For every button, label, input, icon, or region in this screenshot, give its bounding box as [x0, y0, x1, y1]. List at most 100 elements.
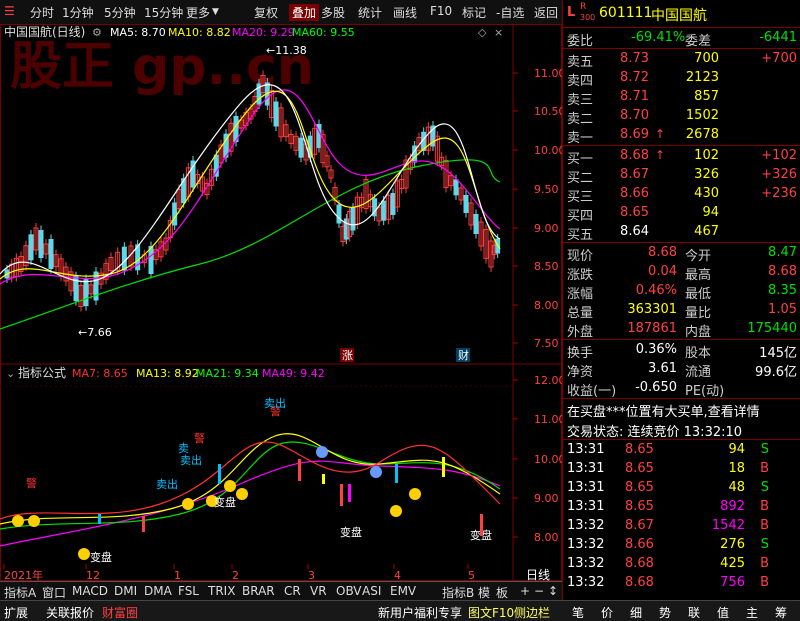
- btn-tongji[interactable]: 统计: [358, 4, 382, 21]
- stock-name[interactable]: 中国国航: [651, 5, 707, 25]
- trade-status-row: 交易状态: 连续竞价 13:32:10: [563, 420, 800, 440]
- tab-brar[interactable]: BRAR: [242, 584, 275, 598]
- tab-窗口[interactable]: 窗口: [42, 584, 66, 601]
- trade-volume: 94: [728, 442, 745, 457]
- trade-volume: 1542: [711, 518, 745, 533]
- bid-volume: 467: [694, 224, 719, 239]
- bid-change: +326: [761, 167, 797, 182]
- side-tool-4[interactable]: 联: [688, 604, 700, 621]
- signal-annotation: 卖: [178, 442, 189, 455]
- side-tool-1[interactable]: 价: [601, 604, 613, 621]
- big-order-notice[interactable]: 在买盘***位置有大买单,查看详情: [567, 401, 760, 420]
- trade-time: 13:31: [567, 480, 605, 495]
- indicator-lines: [0, 433, 501, 547]
- side-tool-0[interactable]: 笔: [572, 604, 584, 621]
- btn-huaxian[interactable]: 画线: [393, 4, 417, 21]
- btn-fuquan[interactable]: 复权: [254, 4, 278, 21]
- menu-icon[interactable]: ☰: [4, 4, 15, 18]
- trade-direction: B: [760, 575, 769, 590]
- stat-value: 8.35: [768, 283, 797, 298]
- close-icon[interactable]: ×: [494, 26, 503, 39]
- tab-板[interactable]: 板: [496, 584, 508, 601]
- btn-biaoji[interactable]: 标记: [462, 4, 486, 21]
- weicha-label: 委差: [685, 34, 712, 49]
- candle-body: [28, 234, 34, 261]
- tab-指标a[interactable]: 指标A: [4, 584, 36, 601]
- tab-指标b[interactable]: 指标B: [442, 584, 474, 601]
- signal-bar: [340, 484, 343, 506]
- frown-icon: [370, 466, 382, 478]
- notice-row[interactable]: 在买盘***位置有大买单,查看详情: [563, 400, 800, 420]
- x-axis: 2021年 12 1 2 3 4 5 日线: [3, 564, 550, 581]
- side-tool-7[interactable]: 筹: [775, 604, 787, 621]
- badge-cai-label: 财: [458, 348, 469, 362]
- resize-icon[interactable]: ↕: [548, 584, 558, 598]
- tab-trix[interactable]: TRIX: [208, 584, 235, 598]
- add-icon[interactable]: +: [520, 584, 530, 598]
- ask-label: 卖二: [567, 112, 594, 127]
- bid-change: +236: [761, 186, 797, 201]
- indicator-ma-legend: MA7: 8.65 MA13: 8.92MA21: 9.34 MA49: 9.42: [72, 367, 325, 380]
- btn-f10[interactable]: F10: [430, 4, 452, 18]
- wealth-circle-link[interactable]: 财富圈: [102, 604, 138, 621]
- side-tool-2[interactable]: 细: [630, 604, 642, 621]
- tab-cr[interactable]: CR: [284, 584, 301, 598]
- tab-emv[interactable]: EMV: [390, 584, 416, 598]
- side-tool-3[interactable]: 势: [659, 604, 671, 621]
- stock-code[interactable]: 601111: [599, 5, 652, 21]
- tab-fenshi[interactable]: 分时: [30, 4, 54, 21]
- stat-value: 0.46%: [635, 283, 677, 298]
- trade-volume: 756: [720, 575, 745, 590]
- trade-price: 8.65: [625, 461, 654, 476]
- x-tick-label: 1: [174, 569, 181, 581]
- indicator-tab-bar: 指标A 窗口 MACD DMI DMA FSL TRIX BRAR CR VR OBV ASI EMV 指…: [0, 581, 562, 601]
- tab-dmi[interactable]: DMI: [114, 584, 137, 598]
- ask-price: 8.70: [620, 108, 649, 123]
- ma-legend-item: MA21: 9.34: [196, 367, 259, 380]
- tab-more[interactable]: 更多: [186, 4, 210, 21]
- tab-fsl[interactable]: FSL: [178, 584, 199, 598]
- minus-icon[interactable]: −: [534, 584, 544, 598]
- btn-zixuan[interactable]: -自选: [496, 4, 524, 21]
- tab-macd[interactable]: MACD: [72, 584, 108, 598]
- y-tick-label: 8.00: [534, 299, 559, 312]
- trade-time: 13:32: [567, 537, 605, 552]
- y-tick-label: 9.00: [534, 222, 559, 235]
- signal-bar: [442, 457, 445, 477]
- stat-label: PE(动): [685, 384, 725, 399]
- quote-row: 卖五 8.73 700 +700: [563, 50, 800, 70]
- trade-status: 交易状态: 连续竞价 13:32:10: [567, 425, 743, 440]
- diamond-icon[interactable]: ◇: [478, 26, 487, 39]
- trade-time: 13:32: [567, 518, 605, 533]
- related-quote-link[interactable]: 关联报价: [46, 604, 94, 621]
- side-tool-5[interactable]: 值: [717, 604, 729, 621]
- expand-link[interactable]: 扩展: [4, 604, 28, 621]
- f10-link[interactable]: 图文F10: [468, 604, 514, 621]
- btn-diejia[interactable]: 叠加: [289, 4, 320, 21]
- settings-icon[interactable]: ⚙: [92, 26, 102, 39]
- tab-1min[interactable]: 1分钟: [62, 4, 94, 21]
- new-user-link[interactable]: 新用户福利专享: [378, 604, 462, 621]
- btn-duogu[interactable]: 多股: [321, 4, 345, 21]
- btn-back[interactable]: 返回: [534, 4, 558, 21]
- sidebar-link[interactable]: 侧边栏: [514, 604, 550, 621]
- trade-price: 8.65: [625, 442, 654, 457]
- tab-5min[interactable]: 5分钟: [104, 4, 136, 21]
- chevron-down-icon: ▼: [212, 7, 219, 17]
- ask-volume: 857: [694, 89, 719, 104]
- chart-area[interactable]: 股正 gp..cn 中国国航(日线) ⚙ MA5: 8.70 MA10: 8.82…: [0, 24, 562, 581]
- signal-annotation: 变盘: [214, 495, 236, 509]
- tab-vr[interactable]: VR: [310, 584, 327, 598]
- stat-value: 8.68: [648, 245, 677, 260]
- side-tool-6[interactable]: 主: [746, 604, 758, 621]
- bid-label: 买三: [567, 190, 594, 205]
- tab-asi[interactable]: ASI: [362, 584, 381, 598]
- stat-label: 收益(一): [567, 384, 617, 399]
- tab-模[interactable]: 模: [478, 584, 490, 601]
- tab-obv[interactable]: OBV: [336, 584, 362, 598]
- tab-15min[interactable]: 15分钟: [144, 4, 183, 21]
- chevron-down-icon[interactable]: ⌄: [6, 367, 15, 380]
- bid-price: 8.64: [620, 224, 649, 239]
- badge-zhang-label: 涨: [342, 349, 353, 362]
- tab-dma[interactable]: DMA: [144, 584, 172, 598]
